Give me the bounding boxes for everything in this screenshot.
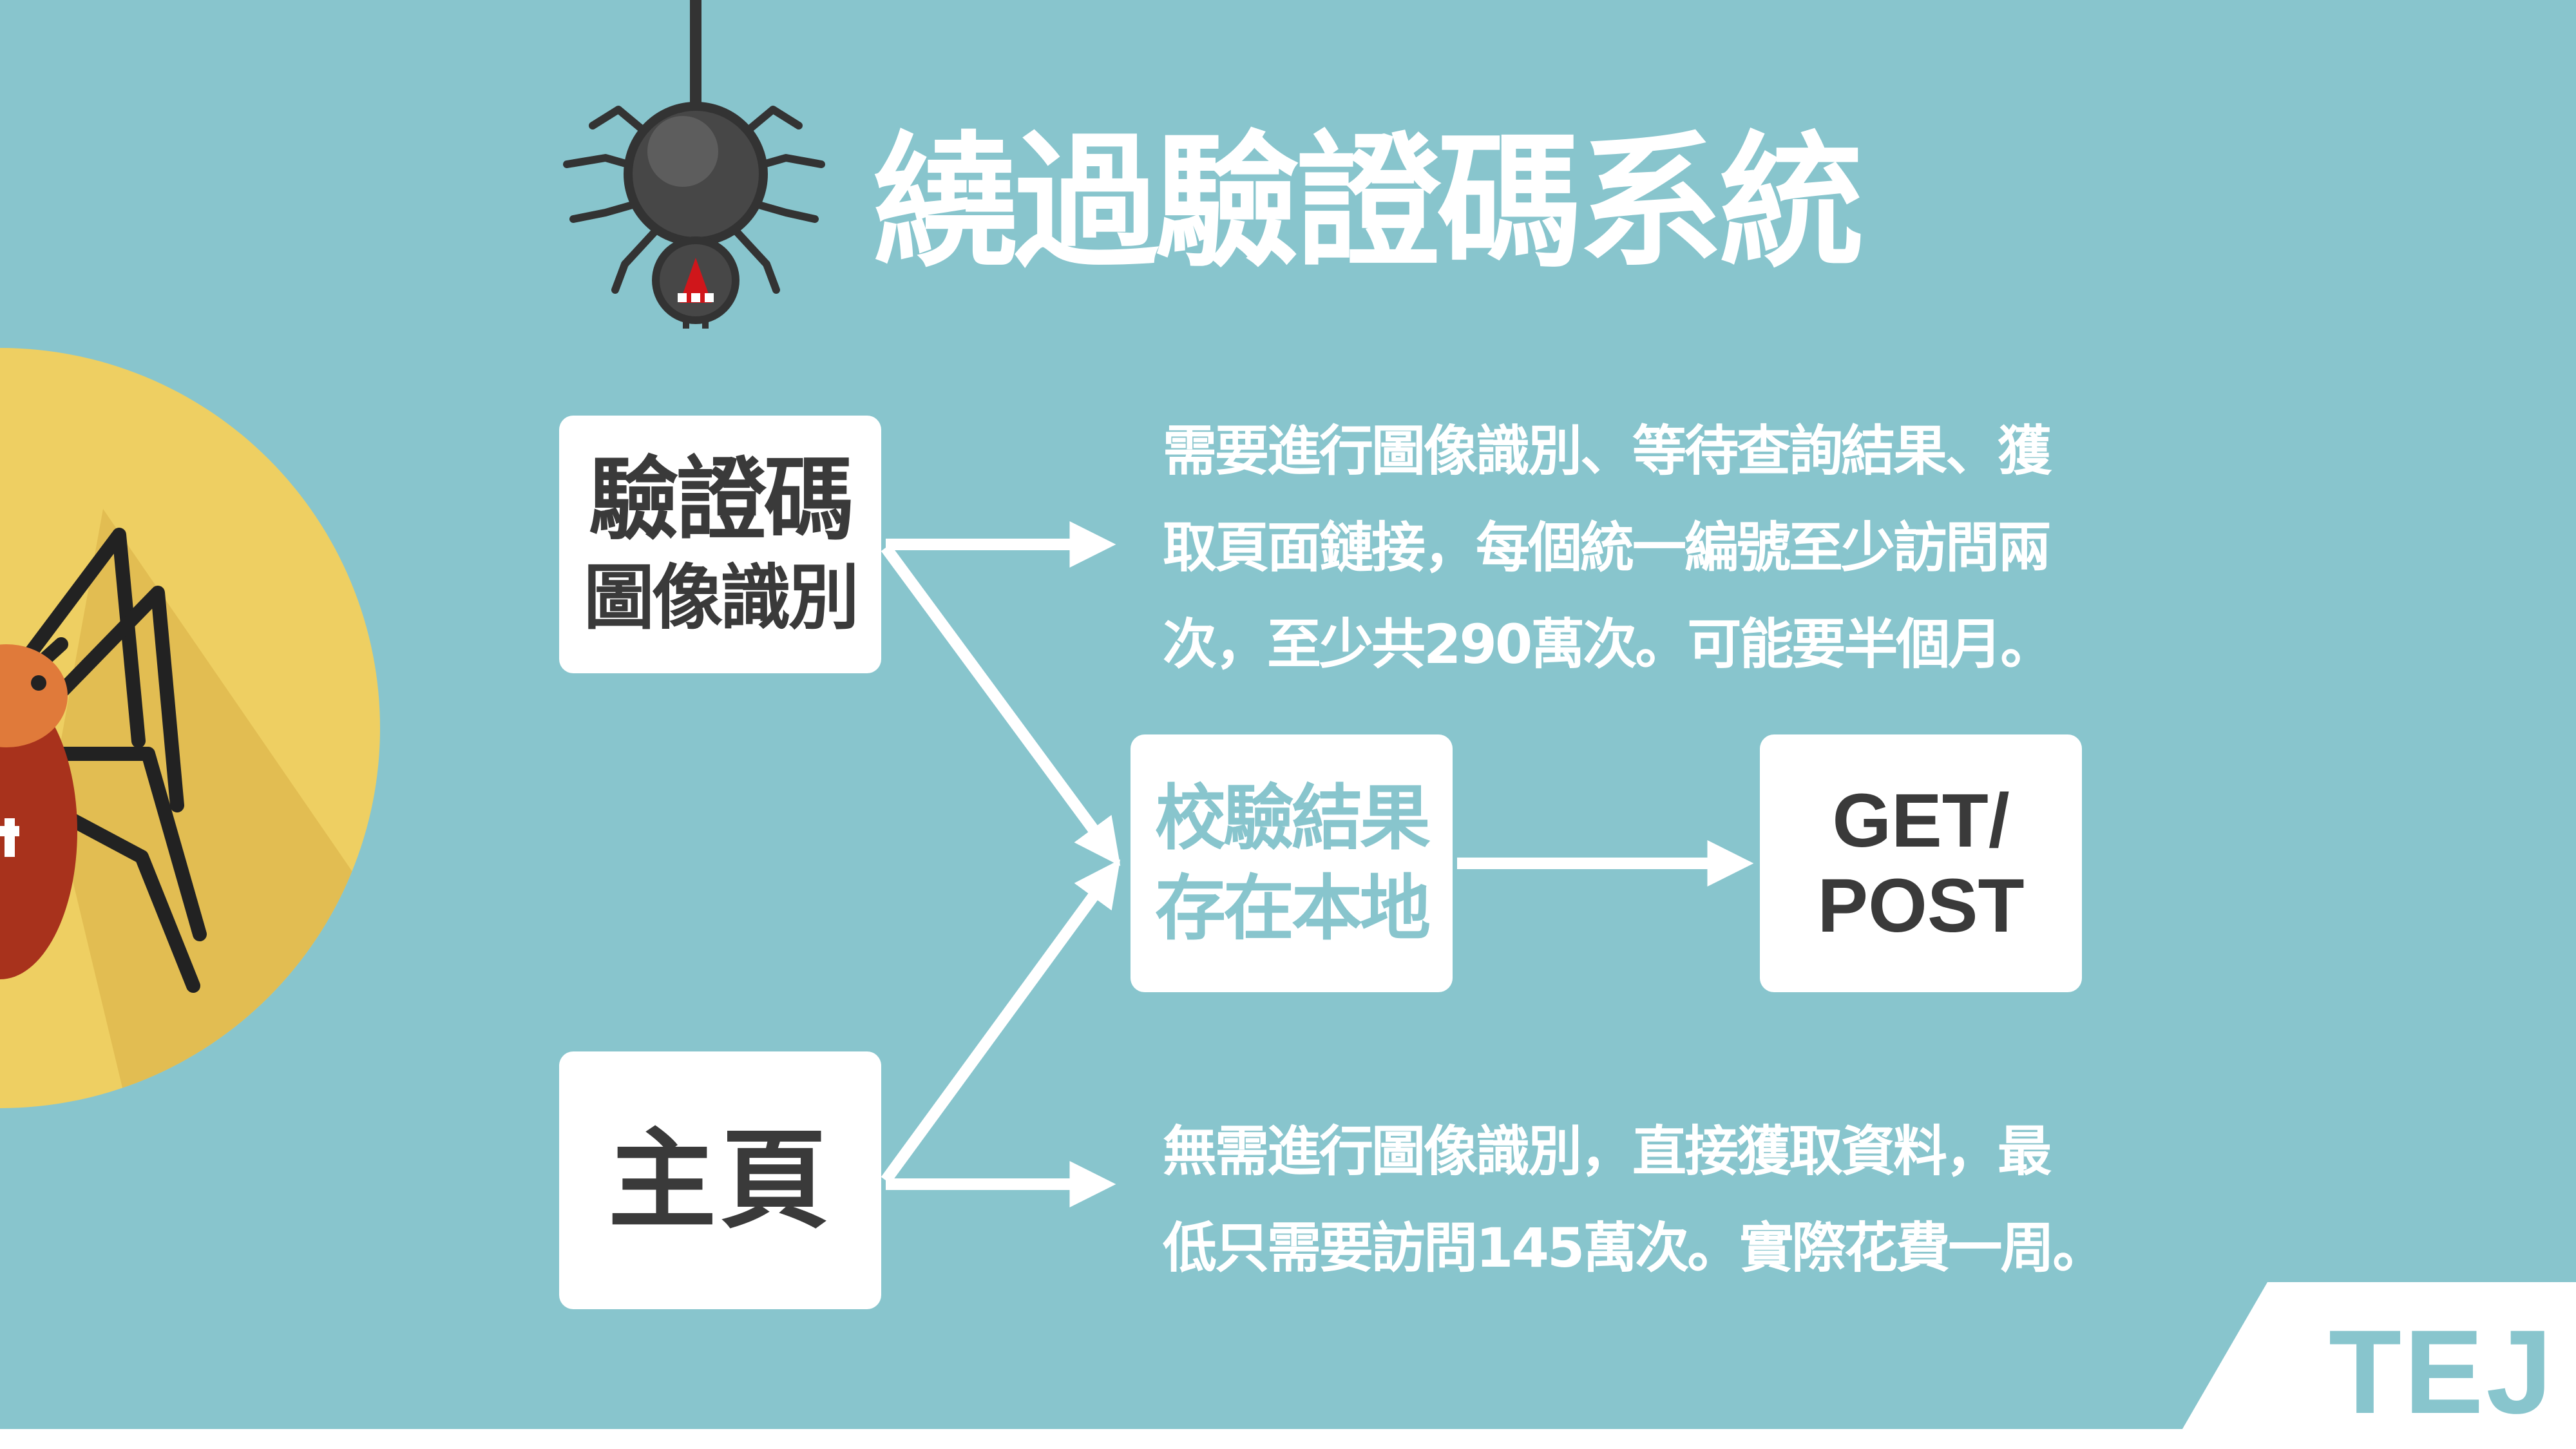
arrow-home-to-verify	[881, 859, 1121, 1184]
verify-result-label: 校驗結果	[1155, 777, 1431, 859]
image-recognition-label: 圖像識別	[584, 557, 859, 639]
captcha-label: 驗證碼	[588, 448, 854, 553]
home-page-label: 主頁	[608, 1117, 832, 1243]
tej-logo: TEJ	[2329, 1306, 2555, 1439]
store-local-label: 存在本地	[1155, 867, 1431, 950]
description-line: 無需進行圖像識別，直接獲取資料，最	[1163, 1120, 2052, 1183]
get-label: GET/	[1832, 778, 2010, 863]
captcha-recognition-box: 驗證碼 圖像識別	[559, 416, 881, 673]
description-line: 取頁面鏈接，每個統一編號至少訪問兩	[1163, 516, 2052, 579]
home-page-box: 主頁	[559, 1051, 881, 1309]
description-line: 次，至少共290萬次。可能要半個月。	[1163, 613, 2054, 676]
get-post-box: GET/ POST	[1760, 734, 2082, 992]
post-label: POST	[1817, 863, 2025, 948]
home-path-description: 無需進行圖像識別，直接獲取資料，最 低只需要訪問145萬次。實際花費一周。	[1163, 1103, 2106, 1296]
description-line: 需要進行圖像識別、等待查詢結果、獲	[1163, 419, 2052, 483]
arrow-captcha-to-verify	[881, 544, 1121, 867]
captcha-path-description: 需要進行圖像識別、等待查詢結果、獲 取頁面鏈接，每個統一編號至少訪問兩 次，至少…	[1163, 403, 2054, 693]
description-line: 低只需要訪問145萬次。實際花費一周。	[1163, 1216, 2106, 1280]
verify-result-box: 校驗結果 存在本地	[1131, 734, 1453, 992]
